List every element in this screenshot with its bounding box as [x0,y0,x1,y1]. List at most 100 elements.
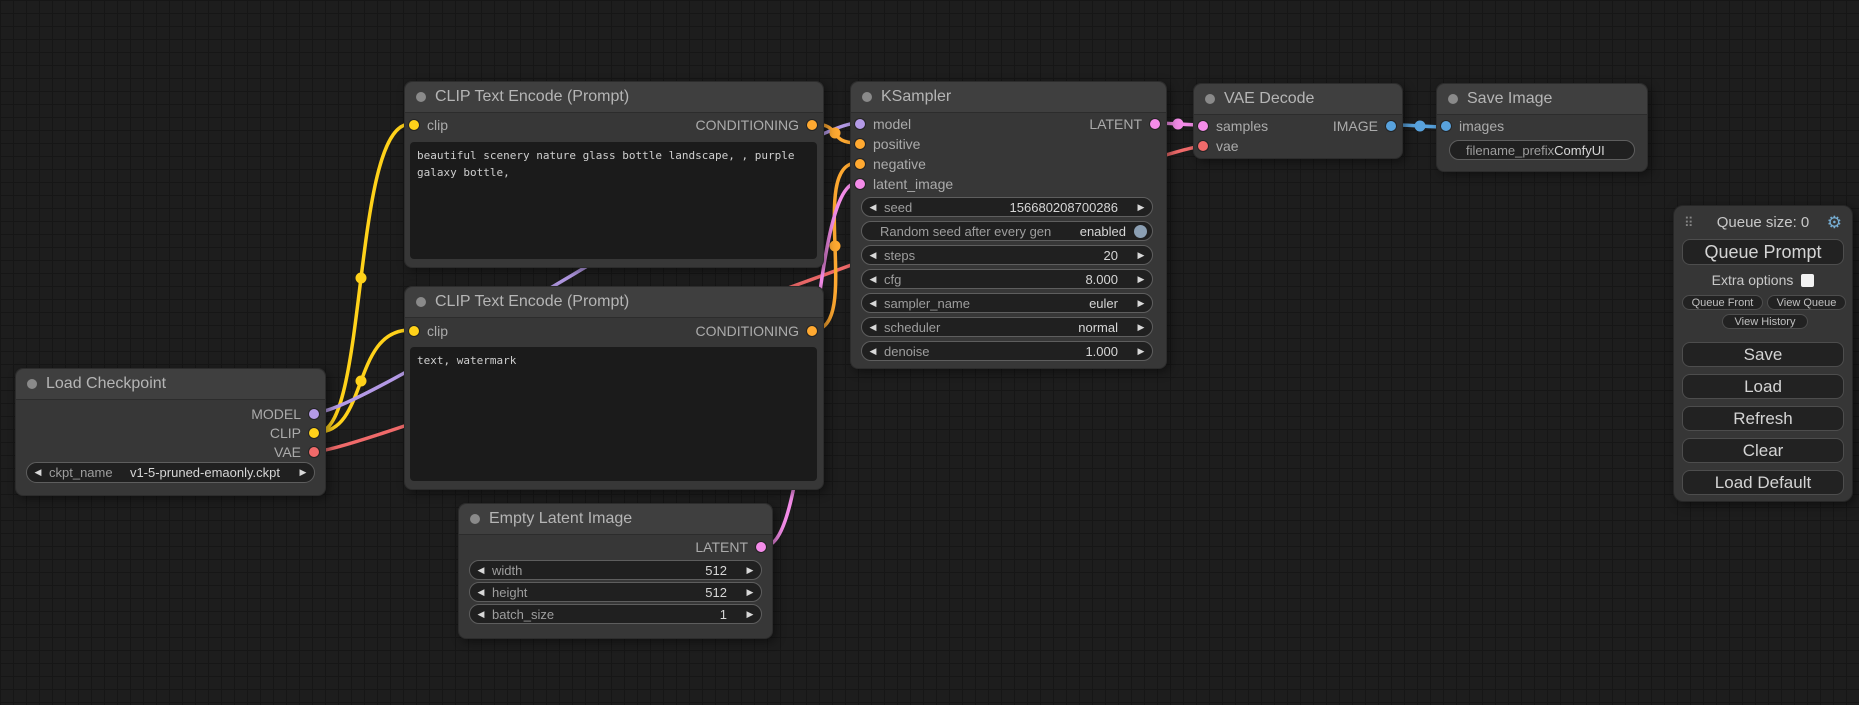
slot-label: CONDITIONING [696,117,799,133]
decrement-arrow-icon[interactable]: ◀ [862,274,884,285]
collapse-dot-icon[interactable] [470,514,480,524]
filename-prefix-widget[interactable]: filename_prefix ComfyUI [1449,140,1635,160]
vae-decode-node[interactable]: VAE Decode samples IMAGE vae [1193,83,1403,159]
widget-value: normal [1078,320,1118,335]
link-dot [830,241,841,252]
save-button[interactable]: Save [1682,342,1844,367]
widget-value: 1.000 [1085,344,1118,359]
image-output-slot[interactable] [1386,121,1396,131]
node-titlebar[interactable]: Load Checkpoint [16,369,325,400]
decrement-arrow-icon[interactable]: ◀ [862,202,884,213]
latent-image-input-slot[interactable] [855,179,865,189]
decrement-arrow-icon[interactable]: ◀ [862,322,884,333]
toggle-circle-icon[interactable] [1134,225,1147,238]
node-titlebar[interactable]: VAE Decode [1194,84,1402,115]
slot-label: LATENT [1089,116,1142,132]
widget-value: euler [1089,296,1118,311]
slot-label: IMAGE [1333,118,1378,134]
empty-latent-image-node[interactable]: Empty Latent Image LATENT ◀ width 512 ▶ … [458,503,773,639]
sampler-name-widget[interactable]: ◀ sampler_name euler ▶ [861,293,1153,313]
conditioning-output-slot[interactable] [807,120,817,130]
decrement-arrow-icon[interactable]: ◀ [862,250,884,261]
increment-arrow-icon[interactable]: ▶ [1130,322,1152,333]
increment-arrow-icon[interactable]: ▶ [1130,346,1152,357]
positive-input-slot[interactable] [855,139,865,149]
increment-arrow-icon[interactable]: ▶ [1130,250,1152,261]
refresh-button[interactable]: Refresh [1682,406,1844,431]
model-output-slot[interactable] [309,409,319,419]
link-dot [1173,119,1184,130]
vae-input-slot[interactable] [1198,141,1208,151]
widget-label: filename_prefix [1466,143,1554,158]
increment-arrow-icon[interactable]: ▶ [1130,274,1152,285]
node-title: Empty Latent Image [489,504,632,534]
conditioning-output-slot[interactable] [807,326,817,336]
load-button[interactable]: Load [1682,374,1844,399]
clip-output-slot[interactable] [309,428,319,438]
node-titlebar[interactable]: Empty Latent Image [459,504,772,535]
cfg-widget[interactable]: ◀ cfg 8.000 ▶ [861,269,1153,289]
prompt-textarea[interactable]: beautiful scenery nature glass bottle la… [410,142,817,259]
widget-label: width [492,563,705,578]
decrement-arrow-icon[interactable]: ◀ [470,609,492,620]
widget-value: 512 [705,563,727,578]
collapse-dot-icon[interactable] [862,92,872,102]
load-checkpoint-node[interactable]: Load Checkpoint MODEL CLIP VAE ◀ ckpt_na… [15,368,326,496]
view-queue-button[interactable]: View Queue [1767,295,1846,310]
increment-arrow-icon[interactable]: ▶ [292,467,314,478]
scheduler-widget[interactable]: ◀ scheduler normal ▶ [861,317,1153,337]
load-default-button[interactable]: Load Default [1682,470,1844,495]
negative-input-slot[interactable] [855,159,865,169]
ckpt-name-widget[interactable]: ◀ ckpt_name v1-5-pruned-emaonly.ckpt ▶ [26,462,315,483]
decrement-arrow-icon[interactable]: ◀ [862,346,884,357]
slot-label: LATENT [695,539,748,555]
clip-text-encode-node-2[interactable]: CLIP Text Encode (Prompt) clip CONDITION… [404,286,824,490]
clear-button[interactable]: Clear [1682,438,1844,463]
decrement-arrow-icon[interactable]: ◀ [470,587,492,598]
ksampler-node[interactable]: KSampler model LATENT positive negative … [850,81,1167,369]
prompt-textarea[interactable]: text, watermark [410,347,817,481]
gear-icon[interactable]: ⚙ [1827,213,1842,233]
queue-front-button[interactable]: Queue Front [1682,295,1763,310]
vae-output-slot[interactable] [309,447,319,457]
node-titlebar[interactable]: KSampler [851,82,1166,113]
batch-size-widget[interactable]: ◀ batch_size 1 ▶ [469,604,762,624]
decrement-arrow-icon[interactable]: ◀ [470,565,492,576]
collapse-dot-icon[interactable] [27,379,37,389]
collapse-dot-icon[interactable] [1448,94,1458,104]
node-titlebar[interactable]: CLIP Text Encode (Prompt) [405,287,823,318]
increment-arrow-icon[interactable]: ▶ [739,565,761,576]
collapse-dot-icon[interactable] [416,297,426,307]
height-widget[interactable]: ◀ height 512 ▶ [469,582,762,602]
clip-text-encode-node-1[interactable]: CLIP Text Encode (Prompt) clip CONDITION… [404,81,824,268]
node-title: Save Image [1467,84,1552,114]
save-image-node[interactable]: Save Image images filename_prefix ComfyU… [1436,83,1648,172]
seed-widget[interactable]: ◀ seed 156680208700286 ▶ [861,197,1153,217]
latent-output-slot[interactable] [756,542,766,552]
extra-options-checkbox[interactable] [1801,274,1814,287]
random-seed-toggle-widget[interactable]: Random seed after every gen enabled [861,221,1153,241]
node-titlebar[interactable]: Save Image [1437,84,1647,115]
widget-label: ckpt_name [49,465,130,480]
view-history-button[interactable]: View History [1722,314,1808,329]
steps-widget[interactable]: ◀ steps 20 ▶ [861,245,1153,265]
node-titlebar[interactable]: CLIP Text Encode (Prompt) [405,82,823,113]
increment-arrow-icon[interactable]: ▶ [739,587,761,598]
collapse-dot-icon[interactable] [1205,94,1215,104]
increment-arrow-icon[interactable]: ▶ [1130,298,1152,309]
widget-value: v1-5-pruned-emaonly.ckpt [130,465,280,480]
images-input-slot[interactable] [1441,121,1451,131]
collapse-dot-icon[interactable] [416,92,426,102]
increment-arrow-icon[interactable]: ▶ [1130,202,1152,213]
decrement-arrow-icon[interactable]: ◀ [27,467,49,478]
denoise-widget[interactable]: ◀ denoise 1.000 ▶ [861,341,1153,361]
node-graph-canvas[interactable]: CLIP Text Encode (Prompt) clip CONDITION… [0,0,1859,705]
increment-arrow-icon[interactable]: ▶ [739,609,761,620]
widget-value: ComfyUI [1554,143,1605,158]
width-widget[interactable]: ◀ width 512 ▶ [469,560,762,580]
node-title: VAE Decode [1224,84,1314,114]
slot-label: MODEL [251,406,301,422]
queue-prompt-button[interactable]: Queue Prompt [1682,239,1844,265]
decrement-arrow-icon[interactable]: ◀ [862,298,884,309]
latent-output-slot[interactable] [1150,119,1160,129]
